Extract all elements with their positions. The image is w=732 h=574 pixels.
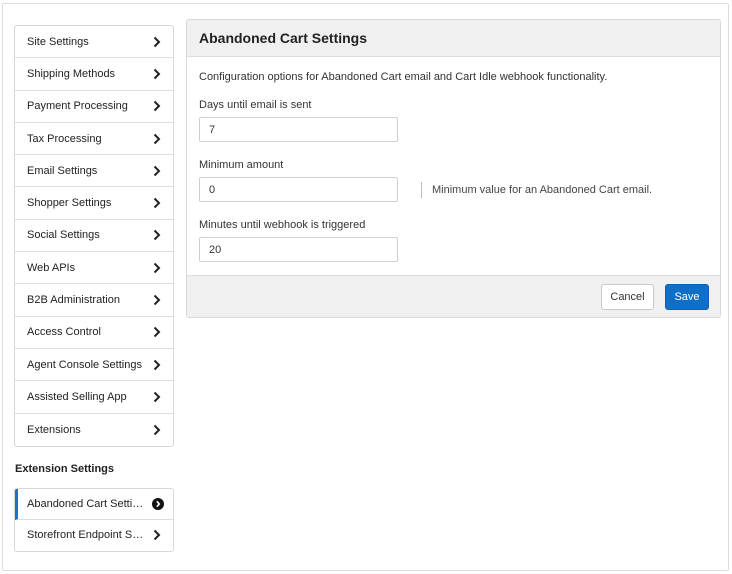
sidebar-item-email-settings[interactable]: Email Settings bbox=[15, 155, 173, 188]
chevron-right-icon bbox=[152, 100, 162, 112]
chevron-right-icon bbox=[152, 68, 162, 80]
sidebar-item-label: Shopper Settings bbox=[27, 197, 112, 210]
days-until-email-field: Days until email is sent bbox=[199, 99, 708, 142]
chevron-right-icon bbox=[152, 262, 162, 274]
panel-footer: Cancel Save bbox=[187, 275, 720, 317]
abandoned-cart-panel: Abandoned Cart Settings Configuration op… bbox=[186, 19, 721, 318]
chevron-right-icon bbox=[152, 424, 162, 436]
sidebar-item-label: Social Settings bbox=[27, 229, 100, 242]
sidebar-item-site-settings[interactable]: Site Settings bbox=[15, 26, 173, 59]
panel-description: Configuration options for Abandoned Cart… bbox=[199, 71, 608, 83]
minutes-until-webhook-input[interactable] bbox=[199, 237, 398, 262]
minutes-until-webhook-field: Minutes until webhook is triggered bbox=[199, 219, 708, 262]
panel-header: Abandoned Cart Settings bbox=[187, 20, 720, 57]
sidebar-item-label: Tax Processing bbox=[27, 132, 102, 145]
save-button[interactable]: Save bbox=[665, 284, 709, 310]
panel-body: Configuration options for Abandoned Cart… bbox=[187, 57, 720, 276]
circle-chevron-right-icon bbox=[152, 497, 164, 510]
sidebar-item-assisted-selling-app[interactable]: Assisted Selling App bbox=[15, 381, 173, 414]
sidebar-item-social-settings[interactable]: Social Settings bbox=[15, 220, 173, 253]
sidebar-item-label: Shipping Methods bbox=[27, 67, 116, 80]
sidebar-item-access-control[interactable]: Access Control bbox=[15, 317, 173, 349]
sidebar-item-tax-processing[interactable]: Tax Processing bbox=[15, 123, 173, 156]
cancel-button[interactable]: Cancel bbox=[601, 284, 654, 310]
sidebar-item-agent-console-settings[interactable]: Agent Console Settings bbox=[15, 349, 173, 382]
minimum-amount-field: Minimum amount Minimum value for an Aban… bbox=[199, 159, 708, 202]
sidebar-item-storefront-endpoint-settings[interactable]: Storefront Endpoint Settings bbox=[15, 520, 173, 551]
sidebar-item-label: Extensions bbox=[27, 423, 81, 436]
sidebar-item-b2b-administration[interactable]: B2B Administration bbox=[15, 284, 173, 317]
field-label: Minimum amount bbox=[199, 159, 284, 171]
chevron-right-icon bbox=[152, 529, 162, 541]
chevron-right-icon bbox=[152, 391, 162, 403]
sidebar-item-shipping-methods[interactable]: Shipping Methods bbox=[15, 58, 173, 91]
settings-sidebar: Site Settings Shipping Methods Payment P… bbox=[14, 25, 174, 552]
chevron-right-icon bbox=[152, 165, 162, 177]
sidebar-item-web-apis[interactable]: Web APIs bbox=[15, 252, 173, 285]
sidebar-item-label: Agent Console Settings bbox=[27, 358, 142, 371]
minimum-amount-hint: Minimum value for an Abandoned Cart emai… bbox=[421, 181, 652, 198]
sidebar-item-label: Access Control bbox=[27, 326, 101, 339]
sidebar-item-shopper-settings[interactable]: Shopper Settings bbox=[15, 187, 173, 220]
chevron-right-icon bbox=[152, 326, 162, 338]
page-title: Abandoned Cart Settings bbox=[199, 30, 368, 46]
sidebar-item-label: Assisted Selling App bbox=[27, 390, 127, 403]
sidebar-item-label: B2B Administration bbox=[27, 294, 120, 307]
sidebar-item-abandoned-cart-settings[interactable]: Abandoned Cart Settings bbox=[15, 488, 173, 520]
chevron-right-icon bbox=[152, 197, 162, 209]
chevron-right-icon bbox=[152, 294, 162, 306]
minimum-amount-input[interactable] bbox=[199, 177, 398, 202]
field-label: Minutes until webhook is triggered bbox=[199, 219, 366, 231]
field-label: Days until email is sent bbox=[199, 99, 312, 111]
sidebar-item-label: Storefront Endpoint Settings bbox=[27, 529, 145, 542]
extension-settings-menu: Abandoned Cart Settings Storefront Endpo… bbox=[14, 487, 174, 552]
chevron-right-icon bbox=[152, 359, 162, 371]
chevron-right-icon bbox=[152, 229, 162, 241]
field-row: Minimum value for an Abandoned Cart emai… bbox=[199, 177, 708, 202]
settings-menu: Site Settings Shipping Methods Payment P… bbox=[14, 25, 174, 447]
sidebar-item-extensions[interactable]: Extensions bbox=[15, 414, 173, 446]
chevron-right-icon bbox=[152, 36, 162, 48]
sidebar-item-label: Site Settings bbox=[27, 35, 89, 48]
extension-settings-heading: Extension Settings bbox=[15, 462, 115, 475]
days-until-email-input[interactable] bbox=[199, 117, 398, 142]
sidebar-item-label: Web APIs bbox=[27, 261, 76, 274]
sidebar-item-payment-processing[interactable]: Payment Processing bbox=[15, 91, 173, 123]
app-frame: Site Settings Shipping Methods Payment P… bbox=[2, 3, 729, 571]
sidebar-item-label: Email Settings bbox=[27, 164, 98, 177]
sidebar-item-label: Payment Processing bbox=[27, 100, 128, 113]
chevron-right-icon bbox=[152, 133, 162, 145]
sidebar-item-label: Abandoned Cart Settings bbox=[27, 497, 145, 510]
